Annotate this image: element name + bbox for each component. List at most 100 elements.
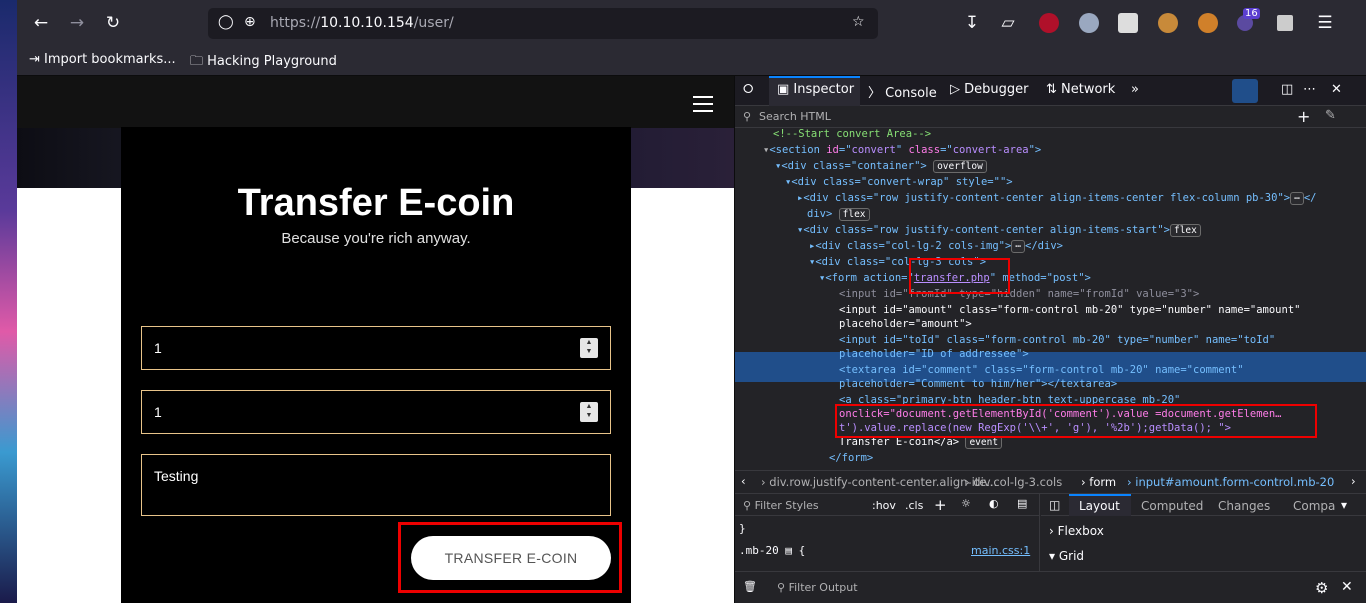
- flex-badge[interactable]: flex: [838, 208, 870, 221]
- breadcrumb-item-4[interactable]: › input#amount.form-control.mb-20: [1127, 475, 1334, 489]
- downloads-icon[interactable]: ↧: [958, 9, 986, 37]
- more-tabs-icon[interactable]: »: [1131, 82, 1139, 97]
- breadcrumb-item-2[interactable]: › div.col-lg-3.cols: [965, 475, 1062, 489]
- web-page: Transfer E-coin Because you're rich anyw…: [17, 76, 734, 603]
- tree-row-node-1-end: div> flex: [807, 206, 870, 222]
- close-devtools-icon[interactable]: ✕: [1331, 82, 1342, 97]
- breadcrumb-forward-icon[interactable]: ›: [1351, 474, 1356, 488]
- page-subtitle: Because you're rich anyway.: [281, 230, 471, 247]
- tree-container-node[interactable]: ▾<div class="container"> overflow: [775, 158, 987, 174]
- toid-spinner[interactable]: ▲ ▼: [580, 402, 598, 422]
- qr-extension-icon[interactable]: [1118, 13, 1138, 33]
- close-split-console-icon[interactable]: ✕: [1341, 579, 1353, 595]
- tree-comment: <!--Start convert Area-->: [773, 128, 932, 140]
- site-header: [17, 76, 734, 128]
- bookmark-import[interactable]: ⇥ Import bookmarks...: [29, 52, 176, 67]
- extension-cookie2-icon[interactable]: [1198, 13, 1218, 33]
- tree-textarea-node-cont: placeholder="Comment to him/her"></texta…: [839, 378, 1118, 390]
- flexbox-section[interactable]: › Flexbox: [1049, 524, 1104, 538]
- rule-brace: }: [739, 522, 746, 535]
- overflow-badge[interactable]: overflow: [933, 160, 987, 173]
- light-mode-icon[interactable]: ☼: [961, 497, 971, 510]
- ublock-icon[interactable]: [1039, 13, 1059, 33]
- options-icon[interactable]: ⋯: [1303, 82, 1316, 97]
- toid-input[interactable]: 1 ▲ ▼: [141, 390, 611, 434]
- tree-fromid-node[interactable]: <input id="fromId" type="hidden" name="f…: [839, 286, 1199, 302]
- html-tree: <!--Start convert Area--> ▾<section id="…: [735, 128, 1366, 468]
- tab-debugger[interactable]: ▷ Debugger: [950, 82, 1029, 97]
- hov-toggle[interactable]: :hov: [872, 499, 896, 512]
- tab-console[interactable]: 〉 Console: [868, 82, 937, 101]
- hamburger-menu-icon[interactable]: [693, 96, 713, 112]
- browser-toolbar: ← → ↻ ◯ ⊕ https://10.10.10.154/user/ ☆ ↧…: [17, 0, 1366, 46]
- eyedropper-icon[interactable]: ✎: [1325, 108, 1336, 123]
- trash-icon[interactable]: 🗑: [743, 580, 757, 593]
- bookmarks-bar: ⇥ Import bookmarks... 🗀 Hacking Playgrou…: [17, 46, 1366, 76]
- add-node-icon[interactable]: +: [1297, 107, 1310, 126]
- tab-inspector[interactable]: ▣ Inspector: [777, 82, 854, 97]
- url-text: https://10.10.10.154/user/: [270, 15, 454, 31]
- console-bar: 🗑 ⚲ Filter Output ⚙ ✕: [735, 571, 1366, 603]
- tree-row-node-2[interactable]: ▾<div class="row justify-content-center …: [797, 222, 1201, 238]
- add-rule-icon[interactable]: +: [934, 496, 947, 514]
- search-placeholder: Search HTML: [759, 110, 831, 123]
- breadcrumb-back-icon[interactable]: ‹: [741, 474, 746, 488]
- tree-convert-wrap-node[interactable]: ▾<div class="convert-wrap" style="">: [785, 174, 1013, 190]
- filter-styles-input[interactable]: ⚲ Filter Styles: [743, 499, 819, 512]
- flex-badge-2[interactable]: flex: [1169, 224, 1201, 237]
- amount-spinner[interactable]: ▲ ▼: [580, 338, 598, 358]
- element-picker-icon[interactable]: ⭘: [743, 82, 753, 97]
- menu-icon[interactable]: ☰: [1311, 9, 1339, 37]
- extension-face-icon[interactable]: [1079, 13, 1099, 33]
- sidebar-toggle-icon[interactable]: ◫: [1049, 498, 1060, 512]
- browser-window: ← → ↻ ◯ ⊕ https://10.10.10.154/user/ ☆ ↧…: [17, 0, 1366, 603]
- rule-source-link[interactable]: main.css:1: [971, 544, 1030, 557]
- bookmark-folder-hacking-playground[interactable]: 🗀 Hacking Playground: [190, 52, 337, 74]
- chevron-down-icon[interactable]: ▾: [1341, 498, 1347, 512]
- cookie-icon[interactable]: [1158, 13, 1178, 33]
- dark-mode-icon[interactable]: ◐: [989, 497, 999, 510]
- highlight-box-action: [909, 258, 1010, 294]
- rule-selector[interactable]: .mb-20 ▤ {: [739, 544, 805, 557]
- tree-toid-node-cont: placeholder="ID of addressee">: [839, 348, 1029, 360]
- share-icon[interactable]: ▱: [994, 9, 1022, 37]
- highlight-box: [398, 522, 622, 593]
- tree-cols-img-node[interactable]: ▸<div class="col-lg-2 cols-img"> ⋯ </div>: [809, 238, 1063, 254]
- tree-section-node[interactable]: ▾<section id="convert" class="convert-ar…: [763, 142, 1041, 158]
- shield-icon: ◯: [218, 14, 234, 30]
- url-bar[interactable]: ◯ ⊕ https://10.10.10.154/user/ ☆: [208, 8, 878, 39]
- breadcrumb-item-1[interactable]: › div.row.justify-content-center.align-i…: [761, 475, 997, 489]
- tab-changes[interactable]: Changes: [1218, 499, 1270, 513]
- star-icon[interactable]: ☆: [852, 14, 865, 30]
- highlight-box-onclick: [835, 404, 1317, 438]
- grid-section[interactable]: ▾ Grid: [1049, 549, 1084, 563]
- tab-layout[interactable]: Layout: [1079, 499, 1120, 513]
- comment-textarea[interactable]: Testing: [141, 454, 611, 516]
- tree-form-close: </form>: [829, 452, 874, 464]
- tree-row-node-1[interactable]: ▸<div class="row justify-content-center …: [797, 190, 1316, 206]
- lock-icon: ⊕: [244, 14, 256, 30]
- reload-icon[interactable]: ↻: [99, 9, 127, 37]
- forward-icon[interactable]: →: [63, 9, 91, 37]
- back-icon[interactable]: ←: [27, 9, 55, 37]
- devtools-panel: ⭘ ▣ Inspector 〉 Console ▷ Debugger ⇅ Net…: [734, 76, 1366, 603]
- breadcrumb-item-3[interactable]: › form: [1081, 475, 1116, 489]
- tab-computed[interactable]: Computed: [1141, 499, 1203, 513]
- html-search[interactable]: ⚲ Search HTML + ✎: [735, 106, 1366, 128]
- page-title: Transfer E-coin: [237, 182, 515, 224]
- search-icon: ⚲: [743, 110, 752, 123]
- extension-box-icon[interactable]: [1277, 15, 1293, 31]
- responsive-mode-icon[interactable]: [1232, 79, 1258, 103]
- tab-compatibility[interactable]: Compa: [1293, 499, 1335, 513]
- extension-badge: 16: [1243, 8, 1260, 19]
- console-settings-icon[interactable]: ⚙: [1315, 579, 1328, 597]
- devtools-tabs: ⭘ ▣ Inspector 〉 Console ▷ Debugger ⇅ Net…: [735, 76, 1366, 106]
- cls-toggle[interactable]: .cls: [905, 499, 923, 512]
- tab-network[interactable]: ⇅ Network: [1046, 82, 1115, 97]
- print-media-icon[interactable]: ▤: [1017, 497, 1027, 510]
- breadcrumb: ‹ › div.row.justify-content-center.align…: [735, 470, 1366, 494]
- dock-icon[interactable]: ◫: [1281, 82, 1293, 97]
- filter-output-input[interactable]: ⚲ Filter Output: [777, 581, 858, 594]
- tree-amount-node-cont: placeholder="amount">: [839, 318, 972, 330]
- amount-input[interactable]: 1 ▲ ▼: [141, 326, 611, 370]
